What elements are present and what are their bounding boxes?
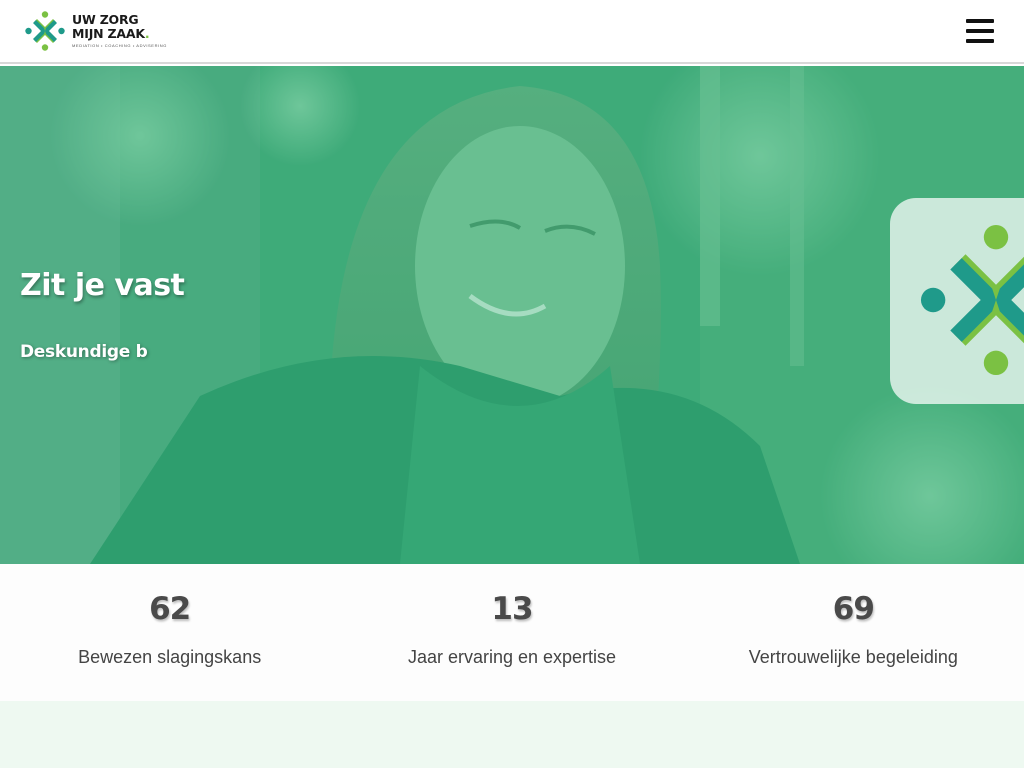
stat-number: 13 xyxy=(491,591,533,627)
logo-dot: . xyxy=(144,25,150,41)
site-header: UW ZORG MIJN ZAAK. MEDIATION • COACHING … xyxy=(0,0,1024,64)
stat-label: Vertrouwelijke begeleiding xyxy=(748,647,958,667)
stat-item: 62 Bewezen slagingskans xyxy=(0,564,341,701)
stat-label: Bewezen slagingskans xyxy=(78,647,262,667)
hamburger-menu-icon[interactable] xyxy=(966,18,994,44)
hero-overlay xyxy=(0,66,1024,564)
hero-title: Zit je vast xyxy=(20,268,185,303)
logo-cross-icon xyxy=(25,11,65,51)
next-section-band xyxy=(0,701,1024,768)
stat-item: 69 Vertrouwelijke begeleiding xyxy=(683,564,1024,701)
menu-bar xyxy=(966,29,994,33)
logo-text: UW ZORG MIJN ZAAK. MEDIATION • COACHING … xyxy=(72,13,167,48)
menu-bar xyxy=(966,39,994,43)
logo-line-2-text: MIJN ZAAK xyxy=(72,25,145,41)
hero-banner: Zit je vast Deskundige b xyxy=(0,66,1024,564)
stat-item: 13 Jaar ervaring en expertise xyxy=(341,564,682,701)
stat-number: 69 xyxy=(832,591,875,627)
site-logo[interactable]: UW ZORG MIJN ZAAK. MEDIATION • COACHING … xyxy=(24,10,167,52)
hero-logo-badge xyxy=(890,198,1024,404)
menu-bar xyxy=(966,19,994,23)
stat-number: 62 xyxy=(149,591,191,627)
hero-subtitle: Deskundige b xyxy=(20,342,148,362)
logo-cross-icon xyxy=(920,224,1024,376)
stats-section: 62 Bewezen slagingskans 13 Jaar ervaring… xyxy=(0,564,1024,701)
stat-label: Jaar ervaring en expertise xyxy=(407,647,617,667)
logo-line-2: MIJN ZAAK. xyxy=(72,25,167,41)
logo-tagline: MEDIATION • COACHING • ADVISERING xyxy=(72,43,167,48)
